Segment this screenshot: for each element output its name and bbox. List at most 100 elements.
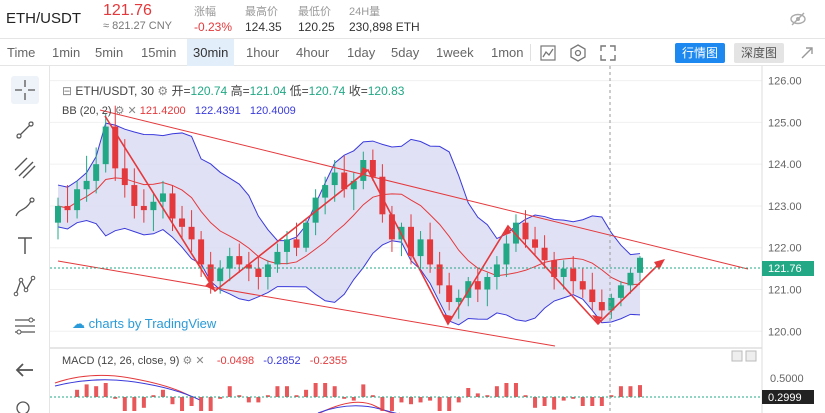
macd-histogram-bar bbox=[132, 397, 137, 411]
candle-body bbox=[493, 264, 500, 277]
candle-body bbox=[74, 189, 81, 211]
open-label: 开= bbox=[171, 84, 191, 98]
timeframe-4hour[interactable]: 4hour bbox=[290, 39, 335, 66]
macd-value: -0.2852 bbox=[263, 355, 301, 367]
candle-body bbox=[188, 226, 195, 240]
timeframe-1day[interactable]: 1day bbox=[341, 39, 381, 66]
hide-icon[interactable] bbox=[789, 10, 807, 28]
macd-histogram-bar bbox=[542, 397, 547, 406]
stat-high-label: 最高价 bbox=[245, 6, 278, 18]
candle-body bbox=[83, 180, 90, 190]
macd-histogram-bar bbox=[447, 397, 452, 411]
price-tick-label: 124.00 bbox=[768, 159, 802, 171]
timeframe-1hour[interactable]: 1hour bbox=[240, 39, 285, 66]
price-tick-label: 125.00 bbox=[768, 117, 802, 129]
symbol-legend: ⊟ ETH/USDT, 30 ⚙ 开=120.74 高=121.04 低=120… bbox=[62, 82, 404, 99]
bb-settings-icon[interactable]: ⚙ ✕ bbox=[115, 105, 140, 117]
last-price: 121.76 bbox=[103, 2, 152, 19]
macd-histogram-bar bbox=[323, 383, 328, 397]
crosshair-icon[interactable] bbox=[11, 76, 39, 104]
settings-mini-icon[interactable]: ⚙ bbox=[157, 84, 171, 98]
candle-body bbox=[417, 239, 424, 257]
high-value: 121.04 bbox=[249, 84, 287, 98]
macd-histogram-bar bbox=[428, 397, 433, 401]
macd-histogram-bar bbox=[284, 386, 289, 397]
stat-volume: 24H量 230,898 ETH bbox=[349, 3, 420, 34]
pattern-icon[interactable] bbox=[11, 272, 39, 300]
back-arrow-icon[interactable] bbox=[11, 356, 39, 384]
timeframe-5day[interactable]: 5day bbox=[385, 39, 425, 66]
chart-toolbar: Time 1min 5min 15min 30min 1hour 4hour 1… bbox=[0, 38, 825, 66]
candle-body bbox=[274, 251, 281, 265]
candle-body bbox=[331, 172, 338, 186]
macd-histogram-bar bbox=[533, 397, 538, 408]
macd-histogram-bar bbox=[332, 386, 337, 397]
macd-histogram-bar bbox=[380, 397, 385, 411]
timeframe-time[interactable]: Time bbox=[1, 39, 41, 66]
price-tick-label: 121.00 bbox=[768, 285, 802, 297]
macd-histogram-bar bbox=[561, 397, 566, 401]
stat-low-label: 最低价 bbox=[298, 6, 331, 18]
brush-icon[interactable] bbox=[11, 194, 39, 222]
chart-view-button[interactable]: 行情图 bbox=[675, 43, 726, 63]
macd-histogram-bar bbox=[399, 397, 404, 403]
macd-histogram-bar bbox=[599, 397, 604, 406]
candle-body bbox=[474, 281, 481, 290]
candle-body bbox=[207, 264, 214, 282]
bb-upper-value: 122.4391 bbox=[194, 105, 241, 117]
candle-body bbox=[179, 218, 186, 227]
price-tick-label: 120.00 bbox=[768, 326, 802, 338]
macd-histogram-bar bbox=[275, 386, 280, 397]
price-tick-label: 122.00 bbox=[768, 243, 802, 255]
indicator-icon[interactable] bbox=[538, 43, 558, 63]
macd-histogram-bar bbox=[494, 386, 499, 397]
price-cny: ≈ 821.27 CNY bbox=[103, 20, 173, 32]
candle-body bbox=[169, 193, 176, 219]
stat-volume-value: 230,898 ETH bbox=[349, 20, 420, 34]
timeframe-1mon[interactable]: 1mon bbox=[485, 39, 530, 66]
candle-body bbox=[283, 239, 290, 252]
macd-histogram-bar bbox=[580, 397, 585, 406]
settings-icon[interactable] bbox=[568, 43, 588, 63]
candle-body bbox=[293, 239, 300, 248]
expand-icon[interactable] bbox=[797, 43, 817, 63]
parallel-channel-icon[interactable] bbox=[11, 154, 39, 182]
macd-histogram-bar bbox=[361, 384, 366, 397]
macd-settings-icon[interactable]: ⚙ ✕ bbox=[182, 355, 207, 367]
collapse-icon[interactable]: ⊟ bbox=[62, 84, 75, 98]
candle-body bbox=[102, 126, 109, 165]
zoom-icon[interactable] bbox=[11, 396, 39, 413]
bb-basis-value: 121.4200 bbox=[139, 105, 186, 117]
candle-body bbox=[560, 268, 567, 277]
fib-retracement-icon[interactable] bbox=[11, 312, 39, 340]
timeframe-1min[interactable]: 1min bbox=[46, 39, 86, 66]
macd-histogram-bar bbox=[256, 397, 261, 403]
stat-volume-label: 24H量 bbox=[349, 6, 381, 18]
pane-up-button bbox=[731, 350, 743, 362]
macd-histogram-bar bbox=[351, 397, 356, 401]
macd-legend: MACD (12, 26, close, 9) ⚙ ✕ -0.0498 -0.2… bbox=[62, 354, 347, 367]
trend-line-icon[interactable] bbox=[11, 116, 39, 144]
timeframe-15min[interactable]: 15min bbox=[135, 39, 182, 66]
macd-histogram-bar bbox=[638, 385, 642, 397]
price-header: ETH/USDT 121.76 ≈ 821.27 CNY 涨幅 -0.23% 最… bbox=[0, 0, 825, 38]
candle-body bbox=[255, 268, 262, 277]
stat-high: 最高价 124.35 bbox=[245, 3, 282, 34]
price-chart[interactable]: 126.00 125.00 124.00 123.00 122.00 121.00 120.… bbox=[50, 66, 825, 413]
timeframe-30min[interactable]: 30min bbox=[187, 39, 235, 66]
tradingview-watermark: ☁ charts by TradingView bbox=[72, 316, 216, 332]
candle-body bbox=[532, 239, 539, 248]
text-tool-icon[interactable] bbox=[11, 232, 39, 260]
timeframe-1week[interactable]: 1week bbox=[430, 39, 480, 66]
stat-change-value: -0.23% bbox=[194, 20, 233, 34]
timeframe-5min[interactable]: 5min bbox=[89, 39, 129, 66]
candle-body bbox=[598, 302, 605, 311]
macd-histogram-bar bbox=[103, 383, 108, 397]
macd-histogram-bar bbox=[456, 397, 461, 403]
close-value: 120.83 bbox=[367, 84, 405, 98]
candle-body bbox=[236, 256, 243, 265]
macd-histogram-bar bbox=[246, 397, 251, 403]
depth-view-button[interactable]: 深度图 bbox=[734, 43, 785, 63]
fullscreen-icon[interactable] bbox=[598, 43, 618, 63]
macd-current-tag: 0.2999 bbox=[768, 392, 802, 404]
